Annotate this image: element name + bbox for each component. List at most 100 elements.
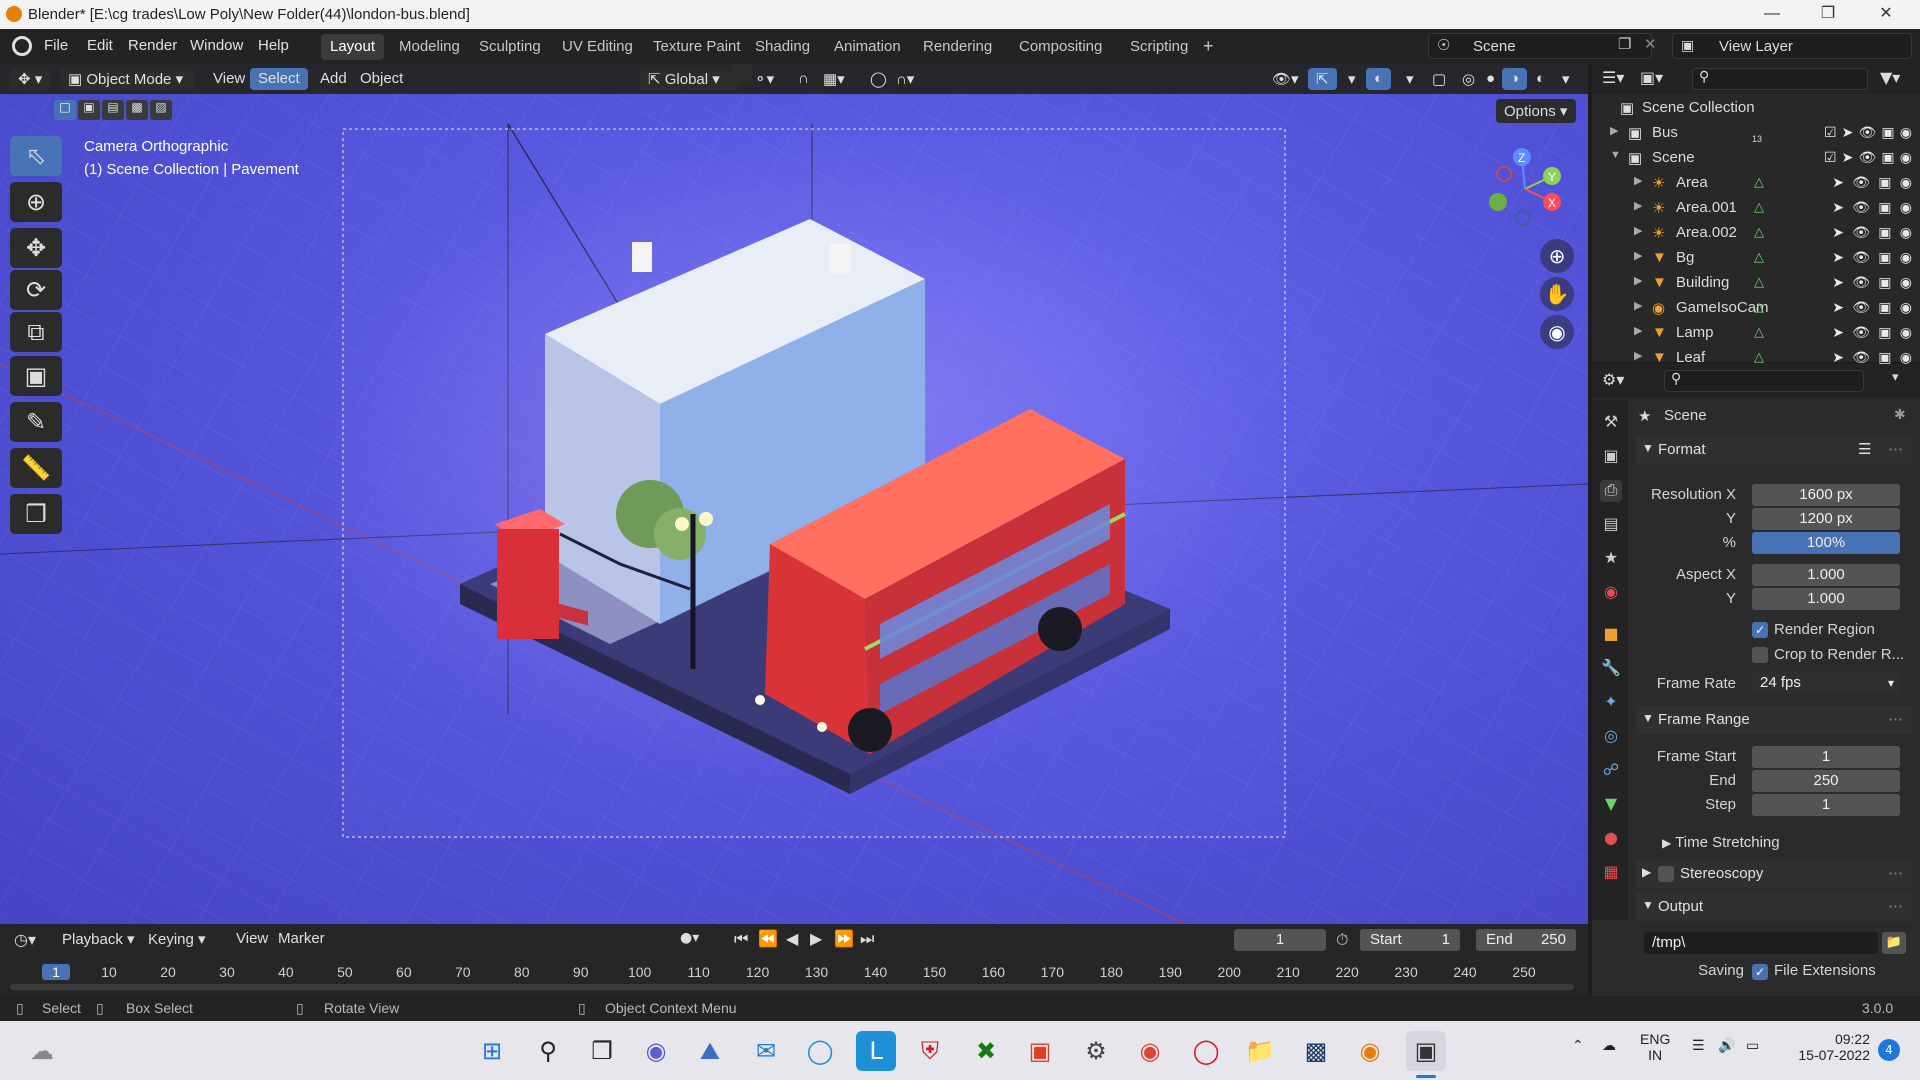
end-frame-field[interactable]: End 250 — [1476, 929, 1576, 951]
navigation-gizmo[interactable]: Z Y X — [1480, 144, 1580, 244]
modifier-tab-icon[interactable]: 🔧 — [1600, 658, 1622, 680]
settings-gear-icon[interactable]: ⚙ — [1076, 1031, 1116, 1071]
timeline-menu-marker[interactable]: Marker — [270, 928, 333, 950]
volume-icon[interactable]: 🔊 — [1718, 1037, 1735, 1054]
exclude-checkbox-icon[interactable]: ☑ — [1824, 149, 1837, 167]
select-arrow-icon[interactable]: ➤ — [1832, 324, 1844, 342]
resolution-y-field[interactable]: 1200 px — [1752, 508, 1900, 530]
battery-icon[interactable]: ▭ — [1746, 1037, 1759, 1054]
pan-hand-icon[interactable]: ✋ — [1540, 277, 1574, 311]
aspect-x-field[interactable]: 1.000 — [1752, 564, 1900, 586]
prev-keyframe-icon[interactable]: ⏪ — [758, 929, 778, 948]
record-icon[interactable]: ●▾ — [680, 930, 699, 946]
measure-tool[interactable]: 📏 — [10, 448, 62, 488]
output-tab-icon[interactable]: ⎙ — [1600, 480, 1622, 502]
monitor-icon[interactable]: ▣ — [1878, 174, 1891, 192]
outliner-search-input[interactable]: ⚲ — [1692, 68, 1868, 90]
tab-texture-paint[interactable]: Texture Paint — [644, 34, 750, 60]
properties-search-input[interactable]: ⚲ — [1664, 370, 1864, 392]
tab-animation[interactable]: Animation — [825, 34, 910, 60]
properties-editor-icon[interactable]: ⚙▾ — [1602, 370, 1624, 389]
shading-dropdown-icon[interactable]: ▾ — [1554, 68, 1578, 90]
falloff-icon[interactable]: ∩▾ — [888, 68, 922, 90]
outliner-item-area-001[interactable]: ▶ ☀ Area.001 △ ➤ 👁 ▣ ◉ — [1592, 196, 1920, 221]
render-camera-icon[interactable]: ◉ — [1900, 274, 1912, 292]
eye-icon[interactable]: 👁 — [1852, 274, 1870, 292]
tab-scripting[interactable]: Scripting — [1121, 34, 1197, 60]
outliner-item-area[interactable]: ▶ ☀ Area △ ➤ 👁 ▣ ◉ — [1592, 171, 1920, 196]
transform-orientation-dropdown[interactable]: ⇱ Global ▾ — [640, 68, 738, 90]
l-app-icon[interactable]: L — [856, 1031, 896, 1071]
eye-icon[interactable]: 👁 — [1852, 199, 1870, 217]
resolution-x-field[interactable]: 1600 px — [1752, 484, 1900, 506]
monitor-icon[interactable]: ▣ — [1881, 124, 1894, 142]
opera-icon[interactable]: ◯ — [1186, 1031, 1226, 1071]
drag-handle-icon[interactable]: ⋯ — [1888, 440, 1903, 458]
stopwatch-icon[interactable]: ⏱ — [1336, 930, 1348, 950]
cursor-tool[interactable]: ⊕ — [10, 182, 62, 222]
annotate-tool[interactable]: ✎ — [10, 402, 62, 442]
tab-modeling[interactable]: Modeling — [390, 34, 469, 60]
physics-tab-icon[interactable]: ◎ — [1600, 726, 1622, 748]
blender-menu-icon[interactable] — [12, 36, 32, 56]
frame-step-field[interactable]: 1 — [1752, 794, 1900, 816]
blender-taskbar-icon[interactable]: ◉ — [1350, 1031, 1390, 1071]
select-arrow-icon[interactable]: ➤ — [1842, 149, 1854, 167]
eye-icon[interactable]: 👁 — [1852, 299, 1870, 317]
menu-render[interactable]: Render — [128, 37, 177, 54]
material-shading-icon[interactable]: ◑ — [1502, 68, 1528, 90]
overlays-toggle-icon[interactable]: ◐ — [1366, 68, 1392, 90]
frame-rate-dropdown[interactable]: 24 fps ▾ — [1752, 672, 1900, 694]
transform-tool[interactable]: ▣ — [10, 356, 62, 396]
eye-icon[interactable]: 👁 — [1859, 124, 1877, 142]
object-tab-icon[interactable]: ■ — [1600, 624, 1622, 646]
data-tab-icon[interactable]: ▼ — [1600, 794, 1622, 816]
network-off-icon[interactable]: ☁ — [1602, 1037, 1616, 1054]
time-stretching-subpanel[interactable]: ▶ Time Stretching — [1662, 834, 1780, 851]
select-arrow-icon[interactable]: ➤ — [1832, 299, 1844, 317]
jump-start-icon[interactable]: ⏮ — [734, 929, 748, 949]
next-keyframe-icon[interactable]: ⏩ — [834, 929, 854, 948]
rendered-shading-icon[interactable]: ◐ — [1528, 68, 1553, 90]
select-arrow-icon[interactable]: ➤ — [1832, 174, 1844, 192]
clock[interactable]: 09:22 15-07-2022 — [1790, 1031, 1870, 1063]
monitor-icon[interactable]: ▣ — [1878, 199, 1891, 217]
drag-handle-icon[interactable]: ⋯ — [1888, 710, 1903, 728]
outliner-item-gameisocam[interactable]: ▶ ◉ GameIsoCam △ ➤ 👁 ▣ ◉ — [1592, 296, 1920, 321]
terminal-icon[interactable]: ▩ — [1296, 1031, 1336, 1071]
expand-toggle-icon[interactable]: ▶ — [1634, 249, 1642, 262]
expand-toggle-icon[interactable]: ▶ — [1634, 324, 1642, 337]
teams-chat-icon[interactable]: ◉ — [636, 1031, 676, 1071]
file-explorer-icon[interactable]: 📁 — [1240, 1031, 1280, 1071]
maximize-button[interactable]: ❐ — [1800, 0, 1856, 29]
pivot-point-icon[interactable]: ⚬▾ — [746, 68, 782, 90]
material-tab-icon[interactable]: ● — [1600, 828, 1622, 850]
viewport-menu-select[interactable]: Select — [250, 68, 308, 90]
select-arrow-icon[interactable]: ➤ — [1832, 224, 1844, 242]
format-panel-header[interactable]: ▼ Format ☰ ⋯ — [1636, 436, 1912, 464]
expand-toggle-icon[interactable]: ▶ — [1634, 349, 1642, 362]
camera-view-icon[interactable]: ◉ — [1540, 315, 1574, 349]
tray-chevron-icon[interactable]: ⌃ — [1572, 1037, 1584, 1054]
menu-edit[interactable]: Edit — [87, 37, 113, 54]
tab-compositing[interactable]: Compositing — [1010, 34, 1111, 60]
office-icon[interactable]: ▣ — [1020, 1031, 1060, 1071]
file-extensions-checkbox[interactable]: ✓ — [1752, 964, 1768, 980]
monitor-icon[interactable]: ▣ — [1878, 274, 1891, 292]
output-panel-header[interactable]: ▼ Output ⋯ — [1636, 893, 1912, 921]
weather-icon[interactable]: ☁ — [22, 1031, 62, 1071]
expand-toggle-icon[interactable]: ▶ — [1634, 174, 1642, 187]
play-reverse-icon[interactable]: ◀ — [786, 929, 798, 948]
texture-tab-icon[interactable]: ▦ — [1600, 862, 1622, 884]
outliner-item-area-002[interactable]: ▶ ☀ Area.002 △ ➤ 👁 ▣ ◉ — [1592, 221, 1920, 246]
drag-handle-icon[interactable]: ⋯ — [1888, 864, 1903, 882]
editor-type-icon[interactable]: ✥ ▾ — [10, 68, 51, 90]
world-tab-icon[interactable]: ◉ — [1600, 582, 1622, 604]
options-dropdown[interactable]: Options ▾ — [1496, 99, 1576, 123]
select-subtract-icon[interactable]: ▤ — [102, 100, 124, 120]
zoom-icon[interactable]: ⊕ — [1540, 239, 1574, 273]
snap-magnet-icon[interactable]: ∩ — [790, 68, 817, 90]
expand-toggle-icon[interactable]: ▶ — [1634, 224, 1642, 237]
new-scene-icon[interactable]: ❐ — [1618, 35, 1631, 53]
select-invert-icon[interactable]: ▩ — [126, 100, 148, 120]
